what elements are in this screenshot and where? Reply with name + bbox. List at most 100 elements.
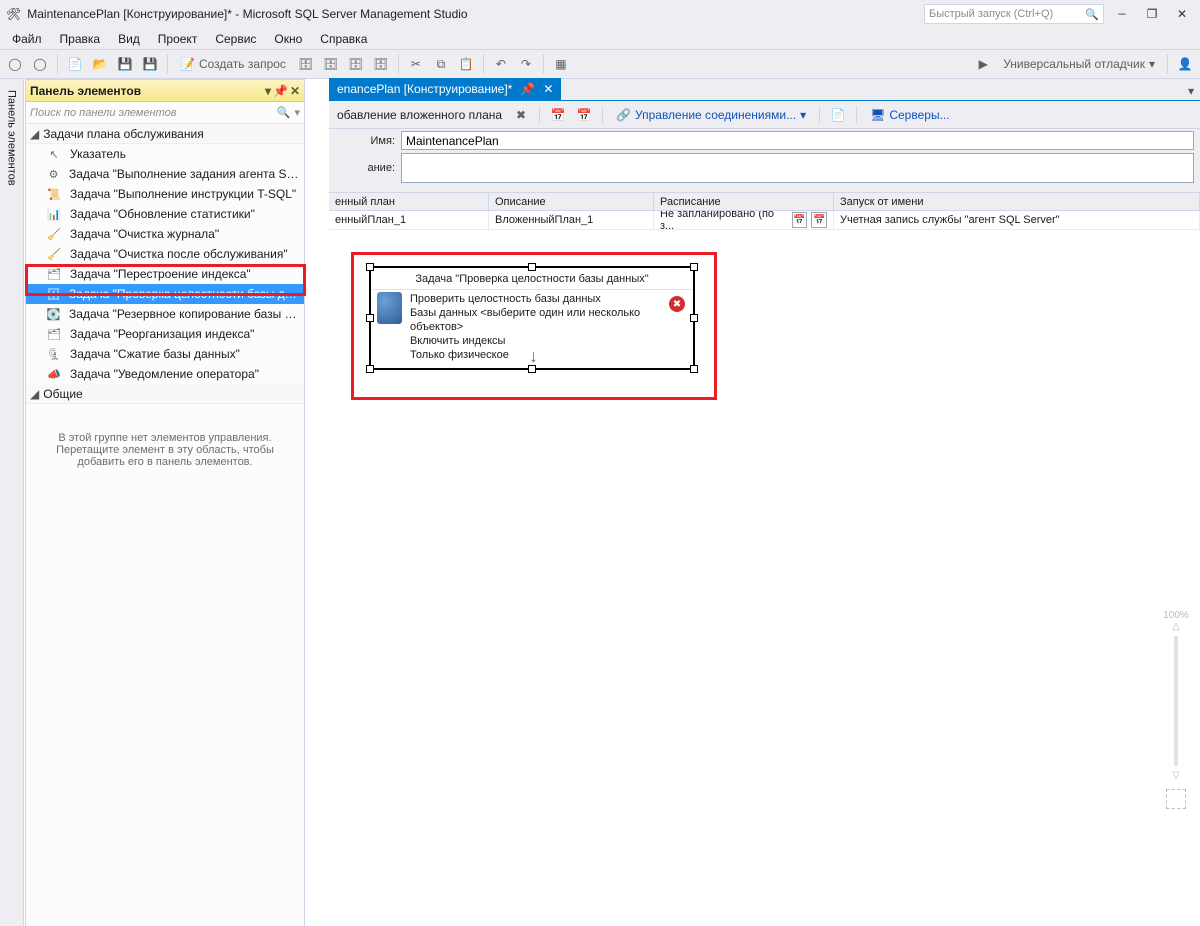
menu-view[interactable]: Вид [110,29,148,49]
paste-icon[interactable]: 📋 [455,53,477,75]
col-schedule[interactable]: Расписание [654,193,834,210]
toolbox-item-check-integrity[interactable]: 🗄Задача "Проверка целостности базы данн.… [26,284,304,304]
close-icon[interactable]: ✕ [543,82,553,97]
col-plan[interactable]: енный план [329,193,489,210]
toolbox-item-tsql[interactable]: 📜Задача "Выполнение инструкции T-SQL" [26,184,304,204]
menu-service[interactable]: Сервис [207,29,264,49]
undo-icon[interactable]: ↶ [490,53,512,75]
toolbar-sep [1167,54,1168,74]
zoom-fit-icon[interactable] [1166,789,1186,809]
toolbox-item-agent-job[interactable]: ⚙Задача "Выполнение задания агента SQL .… [26,164,304,184]
toolbox-item-label: Задача "Выполнение задания агента SQL ..… [69,167,300,181]
grid-icon[interactable]: ▦ [550,53,572,75]
report-icon[interactable]: 📄 [827,104,849,126]
zoom-slider[interactable] [1174,636,1178,766]
menu-edit[interactable]: Правка [52,29,109,49]
search-icon: 🔍 [1085,8,1099,21]
toolbox-item-clean-log[interactable]: 🧹Задача "Очистка журнала" [26,224,304,244]
toolbox-item-rebuild-index[interactable]: 🗂 Задача "Перестроение индекса" [26,264,304,284]
debugger-button[interactable]: Универсальный отладчик▾ [997,53,1161,75]
schedule-remove-icon[interactable]: 📅 [811,212,827,228]
toolbox-item-update-stats[interactable]: 📊Задача "Обновление статистики" [26,204,304,224]
open-icon[interactable]: 📂 [89,53,111,75]
pin-icon[interactable]: 📌 [520,82,535,96]
designer-fields: Имя: ание: [329,129,1200,193]
toolbox-search[interactable]: Поиск по панели элементов 🔍 ▾ [26,102,304,124]
copy-icon[interactable]: ⧉ [430,53,452,75]
settings-icon[interactable]: 👤 [1174,53,1196,75]
resize-handle[interactable] [366,365,374,373]
db-icon[interactable]: 🗄 [370,53,392,75]
add-subplan-button[interactable]: обавление вложенного плана [333,108,506,122]
col-desc[interactable]: Описание [489,193,654,210]
close-button[interactable]: ✕ [1170,4,1194,24]
toolbox-item-pointer[interactable]: ↖Указатель [26,144,304,164]
subplan-row[interactable]: енныйПлан_1 ВложенныйПлан_1 Не запланиро… [329,211,1200,230]
manage-connections-button[interactable]: 🔗Управление соединениями...▾ [610,104,812,126]
save-all-icon[interactable]: 💾 [139,53,161,75]
toolbox-item-notify[interactable]: 📣Задача "Уведомление оператора" [26,364,304,384]
db-icon[interactable]: 🗄 [345,53,367,75]
pointer-icon: ↖ [46,146,62,162]
schedule-edit-icon[interactable]: 📅 [792,212,808,228]
pin-icon[interactable]: 📌 [273,84,288,98]
side-tab-toolbox[interactable]: Панель элементов [3,83,21,193]
maximize-button[interactable]: ❐ [1140,4,1164,24]
clear-icon[interactable]: ▾ [294,106,300,119]
nav-back-icon[interactable]: ◯ [4,53,26,75]
toolbox-header[interactable]: Панель элементов ▾ 📌 ✕ [26,80,304,102]
connector-arrow-icon[interactable]: ↓ [529,346,538,367]
menu-help[interactable]: Справка [312,29,375,49]
toolbox-item-shrink-db[interactable]: 🗜Задача "Сжатие базы данных" [26,344,304,364]
toolbox-item-backup[interactable]: 💽Задача "Резервное копирование базы дан.… [26,304,304,324]
error-icon[interactable]: ✖ [669,296,685,312]
resize-handle[interactable] [366,263,374,271]
desc-input[interactable] [401,153,1194,183]
resize-handle[interactable] [690,314,698,322]
toolbox-search-placeholder: Поиск по панели элементов [30,107,177,119]
resize-handle[interactable] [528,263,536,271]
task-icon: 💽 [46,306,61,322]
play-icon[interactable]: ▶ [972,53,994,75]
zoom-control[interactable]: 100% △ ▽ [1162,610,1190,809]
calendar-icon[interactable]: 📅 [547,104,569,126]
zoom-out-icon[interactable]: ▽ [1162,770,1190,781]
save-icon[interactable]: 💾 [114,53,136,75]
nav-fwd-icon[interactable]: ◯ [29,53,51,75]
doc-tab-maintenanceplan[interactable]: enancePlan [Конструирование]* 📌 ✕ [329,78,561,100]
design-canvas[interactable]: Задача "Проверка целостности базы данных… [329,230,1200,926]
toolbox-item-reorg-index[interactable]: 🗂Задача "Реорганизация индекса" [26,324,304,344]
toolbox-group-general[interactable]: ◢Общие [26,384,304,404]
menu-project[interactable]: Проект [150,29,206,49]
menu-file[interactable]: Файл [4,29,50,49]
task-icon: 🗂 [46,266,62,282]
resize-handle[interactable] [690,263,698,271]
toolbox-item-label: Задача "Перестроение индекса" [70,267,251,281]
resize-handle[interactable] [690,365,698,373]
task-line: Только физическое [410,348,685,362]
db-icon[interactable]: 🗄 [295,53,317,75]
toolbar-sep [167,54,168,74]
tab-overflow-icon[interactable]: ▾ [1182,82,1200,100]
delete-subplan-icon[interactable]: ✖ [510,104,532,126]
dropdown-icon[interactable]: ▾ [265,84,271,98]
menu-window[interactable]: Окно [266,29,310,49]
db-icon[interactable]: 🗄 [320,53,342,75]
name-input[interactable] [401,131,1194,150]
cut-icon[interactable]: ✂ [405,53,427,75]
redo-icon[interactable]: ↷ [515,53,537,75]
zoom-in-icon[interactable]: △ [1162,621,1190,632]
calendar-remove-icon[interactable]: 📅 [573,104,595,126]
toolbox-group-maintenance[interactable]: ◢Задачи плана обслуживания [26,124,304,144]
minimize-button[interactable]: — [1110,4,1134,24]
task-icon: 🗂 [46,326,62,342]
new-project-icon[interactable]: 📄 [64,53,86,75]
toolbox-item-clean-maint[interactable]: 🧹Задача "Очистка после обслуживания" [26,244,304,264]
col-runas[interactable]: Запуск от имени [834,193,1200,210]
cell-schedule: Не запланировано (по з... 📅 📅 [654,211,834,229]
resize-handle[interactable] [366,314,374,322]
close-icon[interactable]: ✕ [290,84,300,98]
new-query-button[interactable]: 📝Создать запрос [174,53,292,75]
quick-launch-input[interactable]: Быстрый запуск (Ctrl+Q) 🔍 [924,4,1104,24]
servers-button[interactable]: 🖥Серверы... [864,104,955,126]
